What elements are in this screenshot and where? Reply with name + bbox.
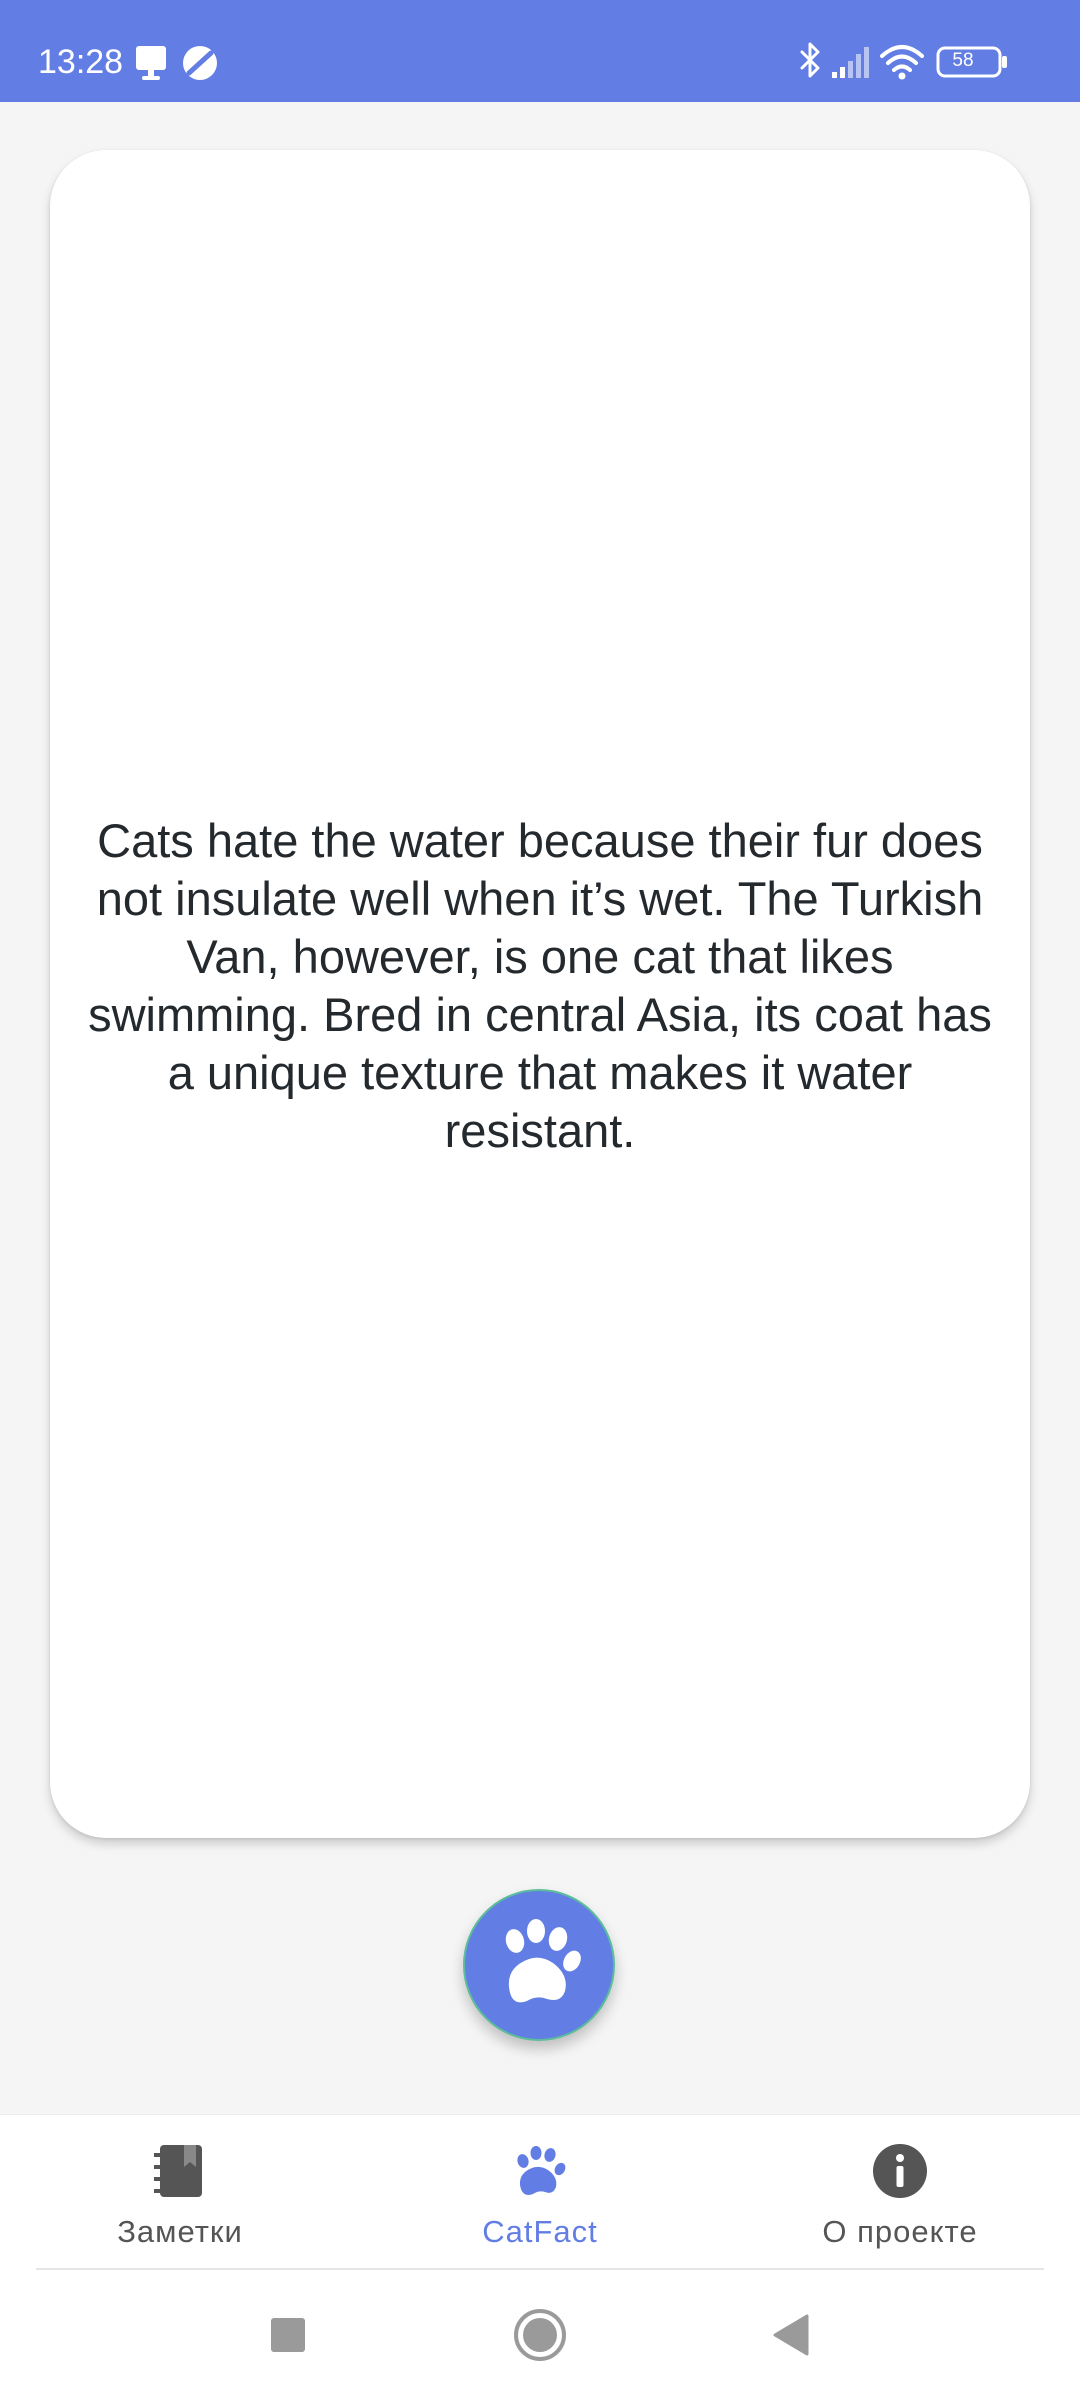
- nav-item-about[interactable]: О проекте: [720, 2115, 1080, 2271]
- status-right-icons: 58: [798, 40, 1030, 84]
- notification-icon: [136, 46, 217, 80]
- cat-fact-text: Cats hate the water because their fur do…: [88, 813, 992, 1157]
- bottom-navigation: Заметки CatFact О проекте: [0, 2114, 1080, 2271]
- nav-label-notes: Заметки: [117, 2214, 243, 2249]
- square-icon: [271, 2318, 305, 2352]
- signal-icon: [832, 47, 869, 78]
- recents-button[interactable]: [253, 2300, 323, 2370]
- nav-label-catfact: CatFact: [482, 2214, 598, 2249]
- triangle-back-icon: [773, 2314, 809, 2356]
- status-left-icons: [134, 44, 224, 82]
- battery-level: 58: [952, 50, 974, 71]
- new-fact-button[interactable]: [463, 1889, 615, 2041]
- circle-icon: [514, 2309, 566, 2361]
- info-icon: [873, 2144, 927, 2198]
- nav-label-about: О проекте: [822, 2214, 978, 2249]
- status-bar: 13:28 58: [0, 0, 1080, 102]
- system-navigation-bar: [0, 2270, 1080, 2400]
- paw-icon: [505, 1919, 581, 2003]
- home-button[interactable]: [505, 2300, 575, 2370]
- wifi-icon: [880, 45, 924, 72]
- fact-card: Cats hate the water because their fur do…: [50, 150, 1030, 1838]
- nav-item-catfact[interactable]: CatFact: [360, 2115, 720, 2271]
- notebook-icon: [154, 2145, 202, 2197]
- status-icons: [800, 42, 1007, 80]
- nav-item-notes[interactable]: Заметки: [0, 2115, 360, 2271]
- status-time: 13:28: [38, 43, 124, 81]
- back-button[interactable]: [757, 2300, 827, 2370]
- paw-icon: [517, 2146, 566, 2195]
- bluetooth-icon: [800, 42, 820, 78]
